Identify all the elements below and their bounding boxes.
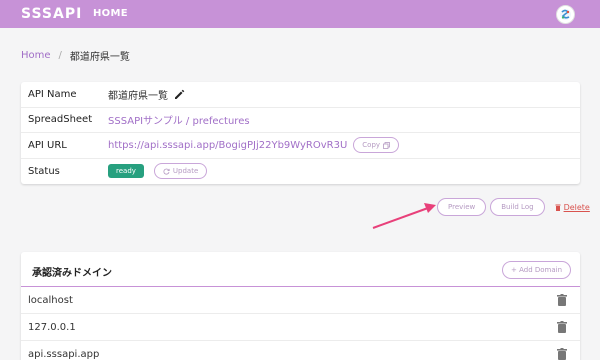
domain-row: api.sssapi.app: [21, 341, 580, 360]
api-url-value-wrap: https://api.sssapi.app/BogigPJj22Yb9WyRO…: [108, 137, 400, 154]
api-url-label: API URL: [28, 139, 67, 151]
api-name-label: API Name: [28, 88, 77, 100]
domains-header: 承認済みドメイン + Add Domain: [21, 252, 580, 287]
spreadsheet-link[interactable]: SSSAPIサンプル / prefectures: [108, 112, 250, 127]
arrow-annotation: [372, 203, 436, 229]
trash-icon[interactable]: [557, 321, 567, 333]
breadcrumb: Home / 都道府県一覧: [21, 48, 130, 63]
copy-label: Copy: [362, 141, 381, 150]
preview-button[interactable]: Preview: [437, 198, 487, 216]
build-log-button[interactable]: Build Log: [490, 198, 545, 216]
pencil-icon[interactable]: [174, 89, 185, 100]
copy-icon: [383, 141, 390, 149]
add-domain-label: + Add Domain: [511, 266, 563, 274]
trash-icon: [555, 204, 561, 211]
copy-button[interactable]: Copy: [353, 137, 400, 154]
spreadsheet-label: SpreadSheet: [28, 114, 93, 126]
avatar-icon: [560, 9, 571, 20]
refresh-icon: [163, 168, 170, 175]
domain-name: localhost: [28, 295, 73, 306]
preview-label: Preview: [448, 203, 476, 211]
api-name-row: API Name 都道府県一覧: [21, 82, 580, 108]
api-url-link[interactable]: https://api.sssapi.app/BogigPJj22Yb9WyRO…: [108, 140, 347, 151]
api-name-value: 都道府県一覧: [108, 90, 168, 102]
domains-title: 承認済みドメイン: [32, 268, 112, 279]
build-log-label: Build Log: [501, 203, 534, 211]
app-logo[interactable]: SSSAPI: [21, 6, 82, 22]
breadcrumb-home[interactable]: Home: [21, 50, 51, 61]
domain-name: api.sssapi.app: [28, 349, 100, 360]
status-value-wrap: ready Update: [108, 163, 208, 180]
api-actions: Preview Build Log Delete: [437, 198, 590, 216]
breadcrumb-separator: /: [58, 50, 62, 61]
status-badge: ready: [108, 164, 144, 179]
approved-domains-card: 承認済みドメイン + Add Domain localhost 127.0.0.…: [21, 252, 580, 360]
breadcrumb-current: 都道府県一覧: [69, 52, 130, 63]
update-label: Update: [172, 167, 199, 176]
top-nav: SSSAPI HOME: [0, 0, 600, 28]
spreadsheet-row: SpreadSheet SSSAPIサンプル / prefectures: [21, 108, 580, 133]
status-label: Status: [28, 165, 60, 177]
domain-row: localhost: [21, 287, 580, 314]
add-domain-button[interactable]: + Add Domain: [502, 261, 572, 279]
delete-link[interactable]: Delete: [555, 203, 590, 212]
delete-label: Delete: [563, 202, 590, 212]
api-details-card: API Name 都道府県一覧 SpreadSheet SSSAPIサンプル /…: [21, 82, 580, 184]
api-url-row: API URL https://api.sssapi.app/BogigPJj2…: [21, 133, 580, 159]
update-button[interactable]: Update: [153, 163, 208, 180]
domain-row: 127.0.0.1: [21, 314, 580, 341]
nav-home-link[interactable]: HOME: [93, 8, 128, 19]
api-name-value-wrap: 都道府県一覧: [108, 87, 185, 102]
trash-icon[interactable]: [557, 348, 567, 360]
trash-icon[interactable]: [557, 294, 567, 306]
avatar[interactable]: [556, 5, 575, 24]
status-row: Status ready Update: [21, 159, 580, 185]
domain-name: 127.0.0.1: [28, 322, 76, 333]
